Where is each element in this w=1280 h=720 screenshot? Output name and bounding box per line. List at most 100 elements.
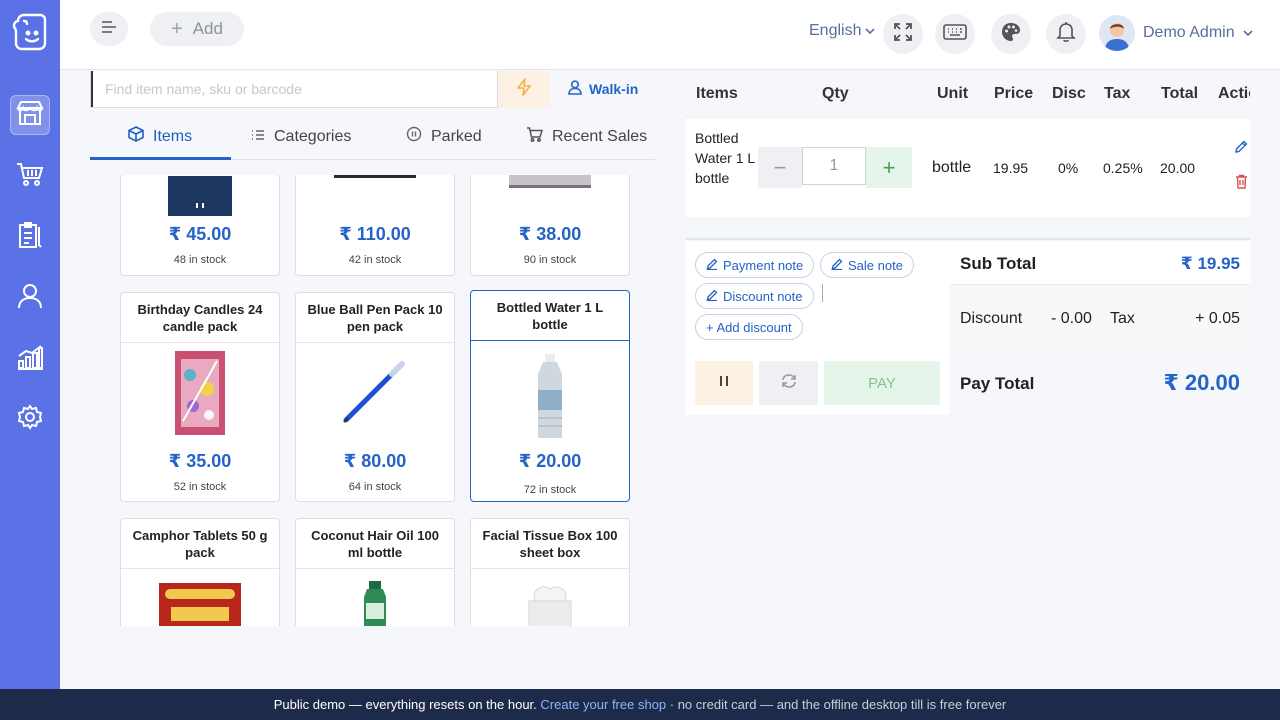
bell-icon bbox=[1056, 21, 1076, 48]
pencil-icon bbox=[706, 258, 718, 273]
user-name: Demo Admin bbox=[1143, 24, 1235, 41]
cart-table-header: Items Qty Unit Price Disc Tax Total Acti… bbox=[685, 71, 1250, 117]
active-tab-indicator bbox=[90, 157, 231, 160]
keyboard-button[interactable] bbox=[935, 14, 975, 54]
user-icon bbox=[568, 80, 582, 98]
pause-icon bbox=[719, 374, 729, 392]
sidebar-item-reports[interactable] bbox=[10, 217, 50, 257]
sidebar-item-pos[interactable] bbox=[10, 95, 50, 135]
product-card[interactable]: Camphor Tablets 50 g pack bbox=[120, 518, 280, 626]
text-cursor bbox=[822, 284, 823, 302]
product-card[interactable]: Coconut Hair Oil 100 ml bottle bbox=[295, 518, 455, 626]
item-search bbox=[90, 71, 498, 108]
discount-note-button[interactable]: Discount note bbox=[695, 283, 814, 309]
banner-text: Public demo — everything resets on the h… bbox=[273, 697, 537, 712]
customer-selector[interactable]: Walk-in bbox=[568, 80, 638, 98]
product-grid: ₹ 45.00 48 in stock ₹ 110.00 42 in stock… bbox=[90, 175, 650, 626]
add-button-label: Add bbox=[192, 19, 223, 38]
product-image bbox=[296, 569, 454, 626]
product-image bbox=[296, 175, 454, 216]
language-selector[interactable]: English bbox=[809, 22, 876, 40]
tab-items[interactable]: Items bbox=[128, 113, 192, 160]
product-image bbox=[121, 569, 279, 626]
trash-icon bbox=[1235, 174, 1248, 193]
sub-total-label: Sub Total bbox=[960, 254, 1037, 273]
cart-row: Bottled Water 1 L bottle − 1 + bottle 19… bbox=[685, 117, 1250, 217]
product-card[interactable]: ₹ 110.00 42 in stock bbox=[295, 175, 455, 276]
product-card[interactable]: ₹ 45.00 48 in stock bbox=[120, 175, 280, 276]
gear-icon bbox=[17, 403, 43, 435]
list-icon bbox=[251, 128, 265, 146]
product-price: ₹ 45.00 bbox=[168, 224, 232, 244]
cart-item-total: 20.00 bbox=[1160, 160, 1196, 176]
product-stock: 52 in stock bbox=[173, 481, 227, 493]
column-header: Items bbox=[696, 85, 738, 102]
pay-total-value: ₹ 20.00 bbox=[1163, 370, 1240, 395]
product-image bbox=[471, 175, 629, 216]
discount-note-label: Discount note bbox=[723, 288, 803, 304]
sale-note-button[interactable]: Sale note bbox=[820, 252, 914, 278]
column-header: Qty bbox=[822, 85, 849, 102]
sidebar-item-customers[interactable] bbox=[10, 278, 50, 318]
chevron-down-icon bbox=[865, 22, 876, 40]
delete-item-button[interactable] bbox=[1235, 174, 1248, 194]
pause-circle-icon bbox=[406, 126, 422, 147]
create-shop-link[interactable]: Create your free shop bbox=[540, 697, 666, 712]
search-input[interactable] bbox=[91, 71, 497, 107]
product-card[interactable]: Blue Ball Pen Pack 10 pen pack ₹ 80.00 6… bbox=[295, 292, 455, 502]
edit-item-button[interactable] bbox=[1234, 140, 1248, 159]
column-header: Disc bbox=[1052, 85, 1086, 102]
sidebar-item-purchases[interactable] bbox=[10, 156, 50, 196]
product-image bbox=[121, 343, 279, 443]
product-card[interactable]: Facial Tissue Box 100 sheet box bbox=[470, 518, 630, 626]
product-image bbox=[121, 175, 279, 216]
tab-label: Parked bbox=[431, 127, 482, 145]
product-price: ₹ 20.00 bbox=[518, 451, 582, 471]
column-header: Total bbox=[1161, 85, 1199, 102]
menu-icon bbox=[100, 19, 118, 40]
catalog-tabs: Items Categories Parked Recent Sales bbox=[90, 113, 655, 160]
cube-icon bbox=[128, 126, 144, 147]
qty-increment-button[interactable]: + bbox=[866, 147, 912, 188]
reset-sale-button[interactable] bbox=[759, 361, 818, 405]
product-card-selected[interactable]: Bottled Water 1 L bottle ₹ 20.00 72 in s… bbox=[470, 290, 630, 502]
tab-label: Recent Sales bbox=[552, 127, 648, 145]
payment-note-button[interactable]: Payment note bbox=[695, 252, 815, 278]
product-price: ₹ 110.00 bbox=[339, 224, 411, 244]
pay-button[interactable]: PAY bbox=[824, 361, 940, 405]
column-header: Unit bbox=[937, 85, 969, 102]
pencil-icon bbox=[831, 258, 843, 273]
qty-decrement-button[interactable]: − bbox=[758, 147, 802, 188]
tab-label: Items bbox=[153, 127, 193, 145]
quick-add-button[interactable] bbox=[498, 71, 550, 108]
pay-total-row: Pay Total ₹ 20.00 bbox=[950, 351, 1250, 415]
avatar bbox=[1099, 15, 1135, 51]
palette-icon bbox=[1001, 22, 1021, 47]
theme-button[interactable] bbox=[991, 14, 1031, 54]
product-card[interactable]: ₹ 38.00 90 in stock bbox=[470, 175, 630, 276]
park-sale-button[interactable] bbox=[695, 361, 753, 405]
top-header: + Add English Demo Admin bbox=[60, 0, 1280, 70]
sidebar-item-analytics[interactable] bbox=[10, 339, 50, 379]
add-discount-button[interactable]: + Add discount bbox=[695, 314, 803, 340]
menu-toggle-button[interactable] bbox=[90, 12, 128, 46]
user-menu[interactable]: Demo Admin bbox=[1099, 15, 1253, 51]
fullscreen-button[interactable] bbox=[883, 14, 923, 54]
product-stock: 72 in stock bbox=[523, 484, 577, 496]
product-name: Blue Ball Pen Pack 10 pen pack bbox=[296, 293, 454, 343]
product-name: Bottled Water 1 L bottle bbox=[471, 291, 629, 341]
tab-categories[interactable]: Categories bbox=[251, 113, 351, 160]
tab-parked[interactable]: Parked bbox=[406, 113, 482, 160]
sidebar-item-settings[interactable] bbox=[10, 399, 50, 439]
language-label: English bbox=[809, 22, 862, 39]
app-logo-icon[interactable] bbox=[10, 12, 50, 52]
add-button[interactable]: + Add bbox=[150, 12, 244, 46]
qty-input[interactable]: 1 bbox=[802, 147, 866, 185]
cart-icon bbox=[16, 161, 44, 192]
pencil-icon bbox=[706, 289, 718, 304]
customer-label: Walk-in bbox=[589, 81, 639, 97]
sidebar bbox=[0, 0, 60, 689]
product-card[interactable]: Birthday Candles 24 candle pack ₹ 35.00 … bbox=[120, 292, 280, 502]
notifications-button[interactable] bbox=[1046, 14, 1086, 54]
tab-recent-sales[interactable]: Recent Sales bbox=[526, 113, 647, 160]
